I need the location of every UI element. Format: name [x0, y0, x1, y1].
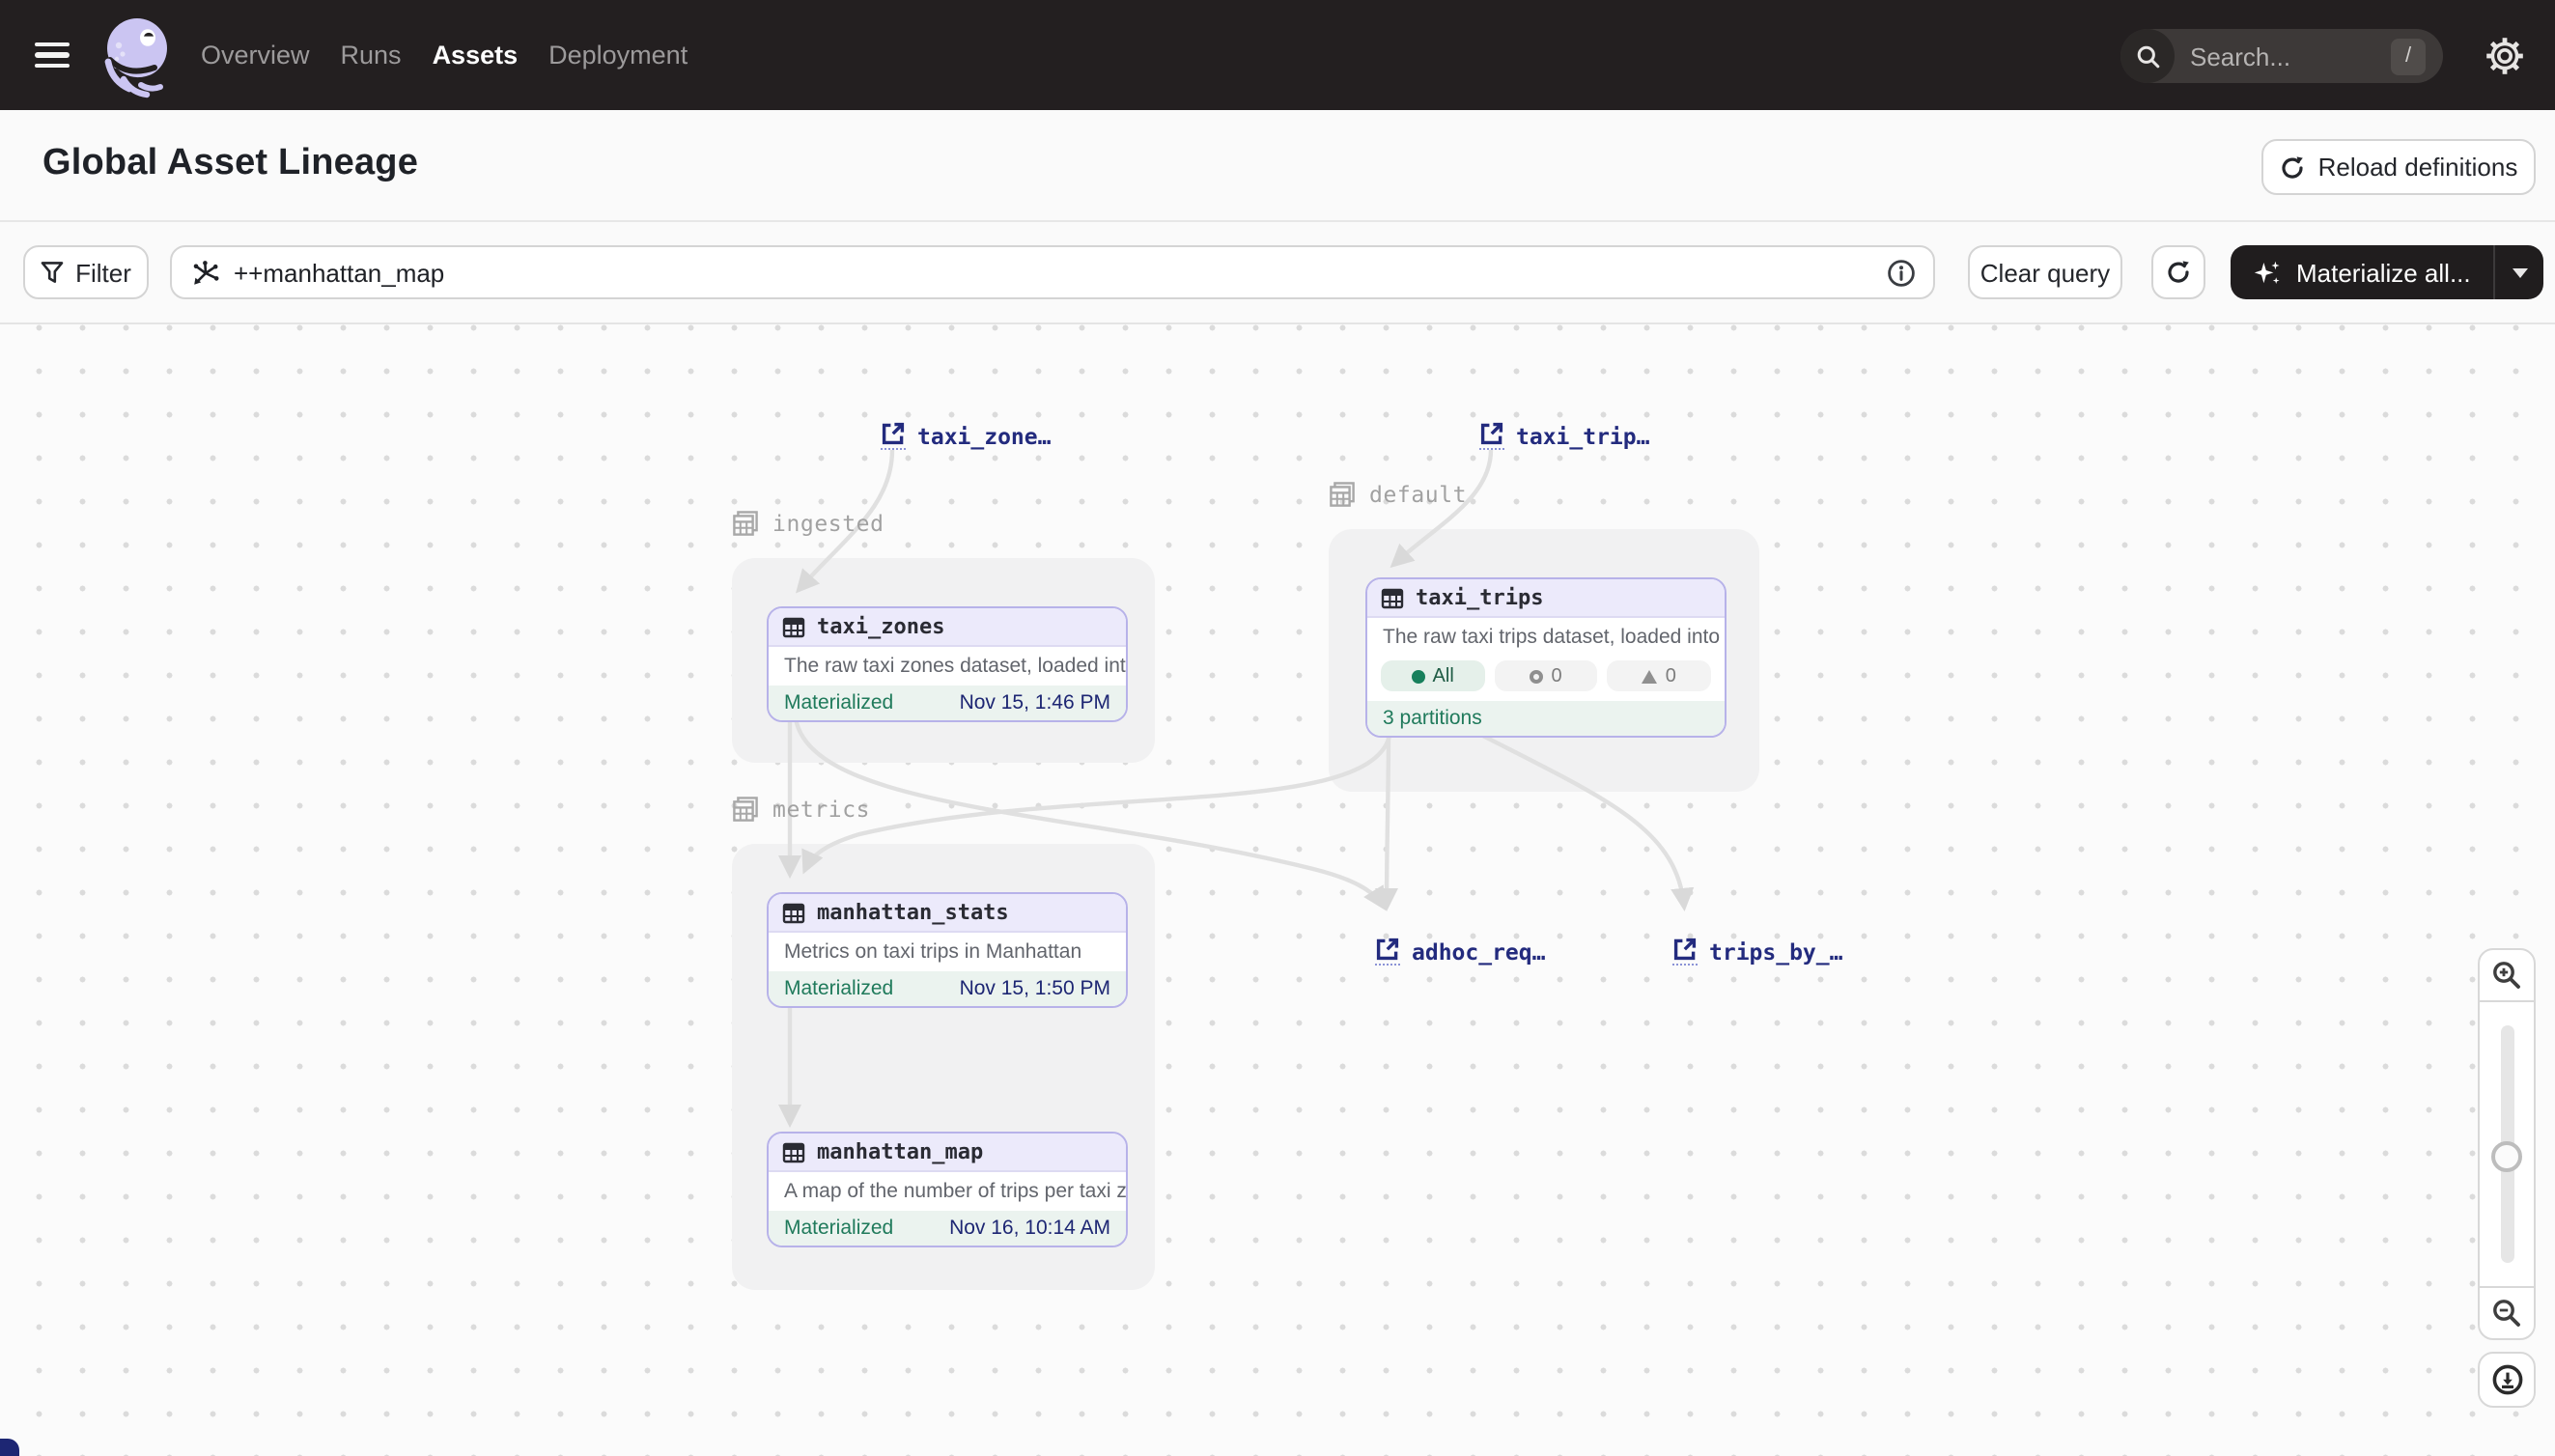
materialization-timestamp[interactable]: Nov 15, 1:46 PM	[960, 691, 1110, 714]
zoom-out-icon	[2491, 1298, 2522, 1329]
clear-query-button[interactable]: Clear query	[1968, 245, 2122, 299]
asset-footer: Materialized Nov 16, 10:14 AM	[769, 1211, 1126, 1246]
download-icon	[2490, 1363, 2523, 1396]
asset-node-manhattan-stats[interactable]: manhattan_stats Metrics on taxi trips in…	[767, 892, 1128, 1008]
materialize-dropdown-button[interactable]	[2494, 245, 2544, 299]
table-group-icon	[732, 510, 759, 537]
asset-footer: 3 partitions	[1367, 701, 1725, 736]
external-link-icon	[1479, 421, 1504, 450]
top-navbar: Overview Runs Assets Deployment /	[0, 0, 2555, 110]
op-selector-icon	[191, 258, 220, 287]
refresh-graph-button[interactable]	[2151, 245, 2205, 299]
lineage-toolbar: Filter ++manhattan_map	[0, 222, 2555, 324]
partition-pill-missing[interactable]: 0	[1494, 660, 1597, 691]
asset-selection-value: ++manhattan_map	[234, 258, 444, 287]
external-link-icon	[1672, 937, 1698, 966]
group-label-metrics[interactable]: metrics	[732, 796, 870, 823]
global-search[interactable]: /	[2120, 29, 2443, 83]
materialization-timestamp[interactable]: Nov 16, 10:14 AM	[949, 1217, 1110, 1240]
asset-description: The raw taxi zones dataset, loaded int..…	[769, 647, 1126, 686]
partition-health-row: All 0 0	[1367, 657, 1725, 701]
nav-item-deployment[interactable]: Deployment	[548, 41, 688, 70]
status-badge: Materialized	[784, 691, 893, 714]
group-label-ingested[interactable]: ingested	[732, 510, 884, 537]
external-link-icon	[881, 421, 906, 450]
zoom-in-button[interactable]	[2478, 948, 2536, 1002]
asset-description: Metrics on taxi trips in Manhattan	[769, 933, 1126, 971]
asset-footer: Materialized Nov 15, 1:46 PM	[769, 686, 1126, 720]
asset-node-header: manhattan_stats	[769, 894, 1126, 933]
table-group-icon	[1329, 481, 1356, 508]
partitions-count[interactable]: 3 partitions	[1383, 707, 1482, 730]
app-root: Overview Runs Assets Deployment /	[0, 0, 2555, 1456]
ring-icon	[1530, 669, 1543, 683]
status-badge: Materialized	[784, 1217, 893, 1240]
filter-button[interactable]: Filter	[23, 245, 149, 299]
status-badge: Materialized	[784, 977, 893, 1000]
table-group-icon	[732, 796, 759, 823]
external-asset-adhoc-req[interactable]: adhoc_req…	[1375, 937, 1546, 966]
group-label-default[interactable]: default	[1329, 481, 1467, 508]
nav-item-assets[interactable]: Assets	[433, 41, 519, 70]
asset-selection-input[interactable]: ++manhattan_map	[170, 245, 1935, 299]
chevron-down-icon	[2513, 267, 2528, 277]
zoom-out-button[interactable]	[2478, 1286, 2536, 1340]
table-icon	[782, 615, 805, 638]
settings-gear-icon[interactable]	[2484, 35, 2526, 77]
materialize-all-split-button: Materialize all...	[2231, 245, 2544, 299]
zoom-slider-thumb[interactable]	[2491, 1141, 2522, 1172]
reload-definitions-button[interactable]: Reload definitions	[2261, 139, 2536, 195]
page-title: Global Asset Lineage	[42, 143, 418, 185]
external-asset-taxi-zone[interactable]: taxi_zone…	[881, 421, 1052, 450]
asset-node-header: taxi_zones	[769, 608, 1126, 647]
query-info-icon[interactable]	[1887, 259, 1916, 288]
external-asset-trips-by[interactable]: trips_by_…	[1672, 937, 1843, 966]
zoom-controls	[2478, 948, 2536, 1408]
table-icon	[1381, 586, 1404, 609]
asset-node-taxi-zones[interactable]: taxi_zones The raw taxi zones dataset, l…	[767, 606, 1128, 722]
sparkle-icon	[2254, 258, 2283, 287]
partition-pill-materialized[interactable]: All	[1381, 660, 1484, 691]
search-shortcut-badge: /	[2391, 38, 2426, 74]
zoom-in-icon	[2491, 960, 2522, 991]
search-icon	[2120, 29, 2175, 83]
materialize-all-button[interactable]: Materialize all...	[2231, 245, 2494, 299]
asset-description: A map of the number of trips per taxi z.…	[769, 1172, 1126, 1211]
reload-icon	[2280, 154, 2307, 181]
dagster-logo[interactable]	[97, 11, 182, 99]
asset-node-taxi-trips[interactable]: taxi_trips The raw taxi trips dataset, l…	[1365, 577, 1727, 738]
search-input[interactable]	[2190, 42, 2375, 70]
zoom-slider	[2478, 1002, 2536, 1286]
primary-nav: Overview Runs Assets Deployment	[201, 41, 688, 70]
asset-node-header: manhattan_map	[769, 1134, 1126, 1172]
lineage-canvas[interactable]	[0, 324, 2555, 1456]
refresh-icon	[2165, 259, 2192, 286]
funnel-icon	[41, 261, 64, 284]
asset-footer: Materialized Nov 15, 1:50 PM	[769, 971, 1126, 1006]
table-icon	[782, 901, 805, 924]
hamburger-menu-icon[interactable]	[35, 42, 70, 69]
nav-item-overview[interactable]: Overview	[201, 41, 310, 70]
materialization-timestamp[interactable]: Nov 15, 1:50 PM	[960, 977, 1110, 1000]
asset-node-header: taxi_trips	[1367, 579, 1725, 618]
asset-node-manhattan-map[interactable]: manhattan_map A map of the number of tri…	[767, 1132, 1128, 1247]
download-view-button[interactable]	[2478, 1352, 2536, 1408]
nav-item-runs[interactable]: Runs	[341, 41, 402, 70]
page-header: Global Asset Lineage Reload definitions	[0, 110, 2555, 222]
external-link-icon	[1375, 937, 1400, 966]
asset-description: The raw taxi trips dataset, loaded into …	[1367, 618, 1725, 657]
filled-dot-icon	[1412, 669, 1425, 683]
partition-pill-failed[interactable]: 0	[1608, 660, 1711, 691]
table-icon	[782, 1140, 805, 1163]
triangle-icon	[1642, 669, 1658, 683]
external-asset-taxi-trip[interactable]: taxi_trip…	[1479, 421, 1650, 450]
